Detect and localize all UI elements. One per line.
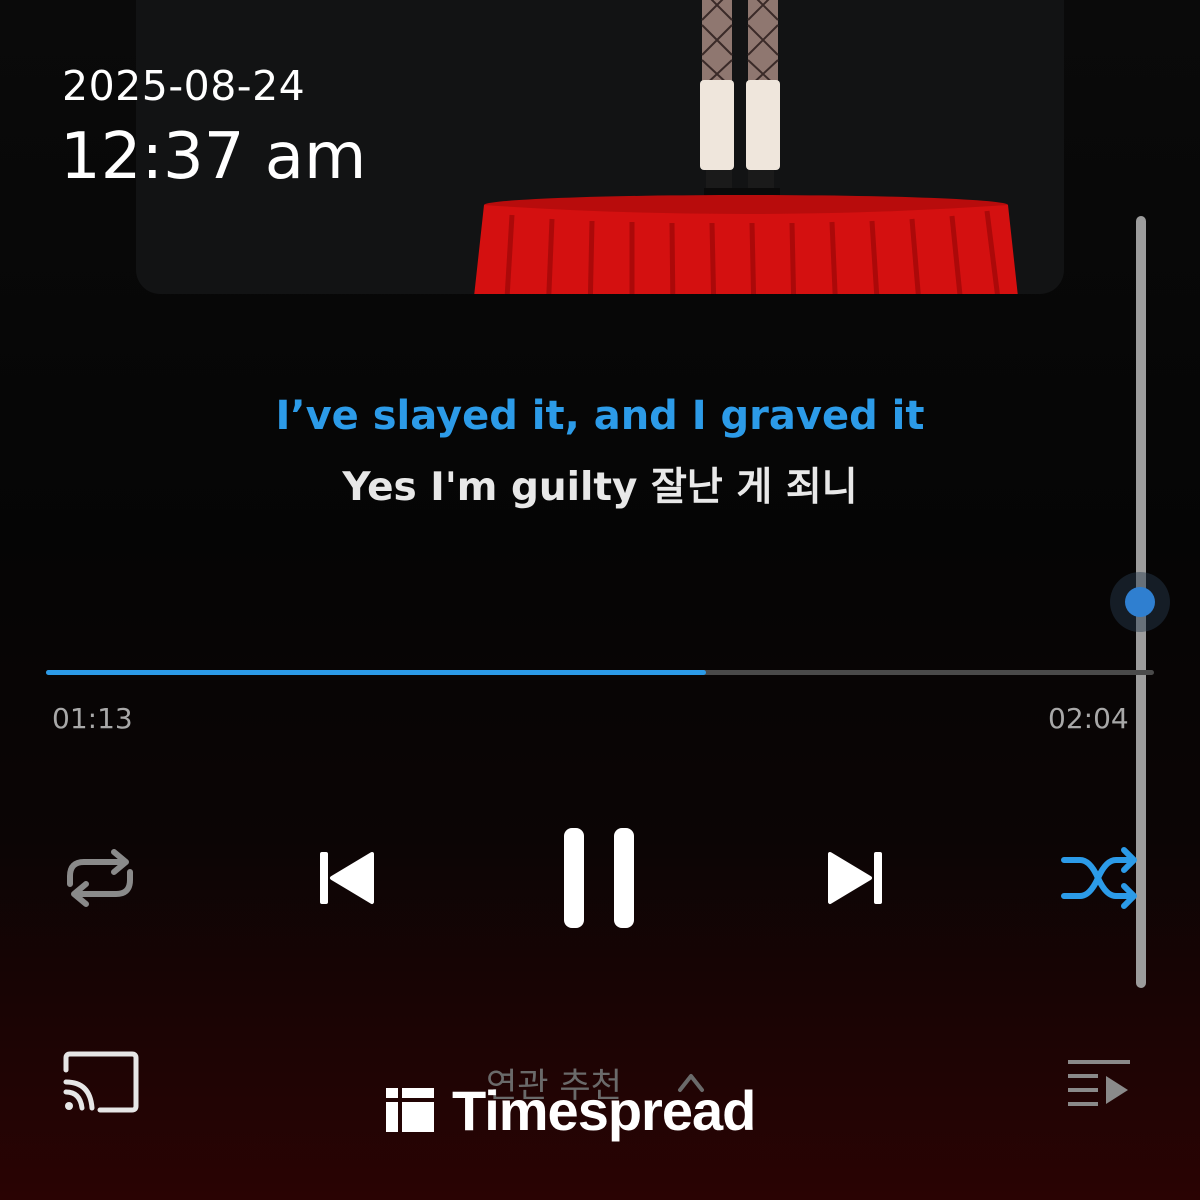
progress-fill <box>46 670 707 675</box>
time-label: 12:37 am <box>60 120 367 194</box>
album-red-table <box>474 195 1018 294</box>
album-figure-legs <box>700 0 780 198</box>
cast-button[interactable] <box>60 1050 140 1116</box>
cast-icon <box>63 1051 139 1113</box>
elapsed-time: 01:13 <box>52 702 133 735</box>
pause-button[interactable] <box>560 826 640 930</box>
previous-button[interactable] <box>316 848 376 908</box>
lyric-next-line[interactable]: Yes I'm guilty 잘난 게 죄니 <box>0 456 1200 512</box>
next-button[interactable] <box>826 848 886 908</box>
skip-previous-icon <box>320 852 374 904</box>
timespread-watermark: Timespread <box>384 1078 756 1142</box>
queue-button[interactable] <box>1064 1054 1134 1110</box>
queue-icon <box>1068 1060 1130 1106</box>
scrollbar-thumb[interactable] <box>1110 572 1170 632</box>
repeat-icon <box>67 849 133 907</box>
watermark-brand: Timespread <box>452 1078 756 1142</box>
timespread-logo-icon <box>386 1088 434 1132</box>
skip-next-icon <box>828 852 882 904</box>
shuffle-icon <box>1061 847 1137 909</box>
repeat-button[interactable] <box>58 846 142 910</box>
lyric-current-line[interactable]: I’ve slayed it, and I graved it <box>0 393 1200 439</box>
date-label: 2025-08-24 <box>62 62 306 110</box>
total-time: 02:04 <box>1048 702 1129 735</box>
shuffle-button[interactable] <box>1060 846 1140 910</box>
pause-icon <box>564 828 634 928</box>
progress-bar[interactable] <box>46 670 1154 675</box>
